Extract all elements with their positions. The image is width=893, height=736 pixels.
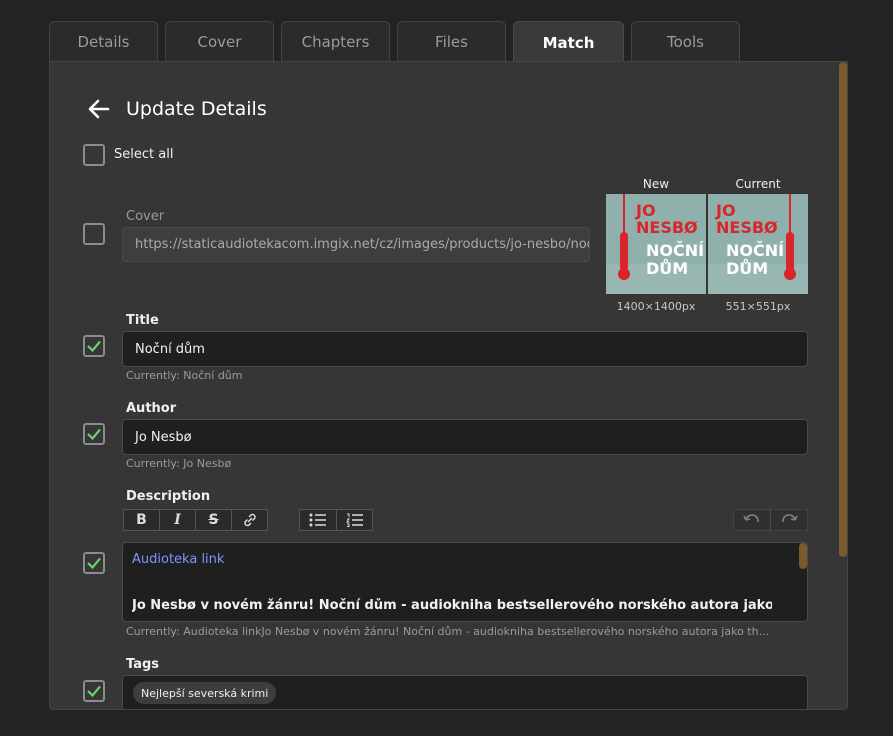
current-cover-title-2: DŮM: [726, 259, 769, 278]
description-currently: Currently: Audioteka linkJo Nesbø v nové…: [126, 625, 770, 638]
current-cover-title-1: NOČNÍ: [726, 241, 785, 260]
undo-icon: [743, 514, 759, 523]
new-cover-image: JO NESBØ NOČNÍ DŮM: [606, 194, 706, 294]
new-cover-title-2: DŮM: [646, 259, 689, 278]
new-cover-author: JO NESBØ: [636, 201, 698, 237]
tab-details[interactable]: Details: [49, 21, 158, 61]
bullet-list-button[interactable]: [299, 509, 337, 531]
redo-icon: [782, 514, 798, 523]
italic-icon: I: [174, 512, 181, 528]
cover-label: Cover: [126, 209, 165, 224]
bold-button[interactable]: B: [123, 509, 160, 531]
cover-current-label: Current: [735, 177, 781, 191]
undo-button[interactable]: [733, 509, 771, 531]
numbered-list-icon: [345, 513, 363, 527]
current-cover-size: 551×551px: [725, 300, 791, 313]
scrollbar-thumb[interactable]: [839, 62, 847, 557]
description-editor[interactable]: Audioteka link Jo Nesbø v novém žánru! N…: [122, 542, 808, 622]
page-title: Update Details: [126, 98, 267, 120]
title-label: Title: [126, 313, 159, 328]
strikethrough-button[interactable]: S: [195, 509, 232, 531]
tab-cover[interactable]: Cover: [165, 21, 274, 61]
title-currently: Currently: Noční dům: [126, 369, 243, 382]
cover-url-field[interactable]: https://staticaudiotekacom.imgix.net/cz/…: [122, 227, 590, 262]
author-input[interactable]: Jo Nesbø: [122, 419, 808, 455]
back-arrow-icon[interactable]: [86, 96, 112, 122]
description-toolbar: B I S: [123, 509, 373, 531]
tags-checkbox[interactable]: [83, 680, 105, 702]
author-currently: Currently: Jo Nesbø: [126, 457, 232, 470]
link-icon: [243, 513, 256, 527]
description-label: Description: [126, 489, 211, 504]
tags-label: Tags: [126, 657, 160, 672]
author-label: Author: [126, 401, 177, 416]
description-body: Jo Nesbø v novém žánru! Noční dům - audi…: [132, 598, 772, 613]
select-all-label: Select all: [114, 147, 174, 162]
cover-new-label: New: [642, 177, 670, 191]
current-cover-author: JO NESBØ: [716, 201, 778, 237]
tag-chip[interactable]: Nejlepší severská krimi: [133, 682, 277, 704]
current-cover-image: JO NESBØ NOČNÍ DŮM: [708, 194, 808, 294]
tab-chapters[interactable]: Chapters: [281, 21, 390, 61]
new-cover-size: 1400×1400px: [616, 300, 696, 313]
resize-handle-icon[interactable]: [799, 613, 806, 620]
description-scroll-thumb[interactable]: [799, 543, 807, 569]
description-audioteka-link[interactable]: Audioteka link: [132, 552, 224, 567]
tab-files[interactable]: Files: [397, 21, 506, 61]
select-all-checkbox[interactable]: [83, 144, 105, 166]
description-checkbox[interactable]: [83, 552, 105, 574]
tags-input[interactable]: Nejlepší severská krimi: [122, 675, 808, 709]
bold-icon: B: [136, 512, 147, 528]
match-panel: Update Details Select all Cover https://…: [49, 61, 848, 710]
italic-button[interactable]: I: [159, 509, 196, 531]
tab-tools[interactable]: Tools: [631, 21, 740, 61]
new-cover-title-1: NOČNÍ: [646, 241, 705, 260]
author-checkbox[interactable]: [83, 423, 105, 445]
cover-checkbox[interactable]: [83, 223, 105, 245]
numbered-list-button[interactable]: [336, 509, 373, 531]
title-input[interactable]: Noční dům: [122, 331, 808, 367]
strikethrough-icon: S: [208, 512, 219, 528]
bullet-list-icon: [309, 513, 326, 527]
title-checkbox[interactable]: [83, 335, 105, 357]
link-button[interactable]: [231, 509, 268, 531]
tab-match[interactable]: Match: [513, 21, 624, 63]
redo-button[interactable]: [770, 509, 808, 531]
history-toolbar: [733, 509, 808, 531]
